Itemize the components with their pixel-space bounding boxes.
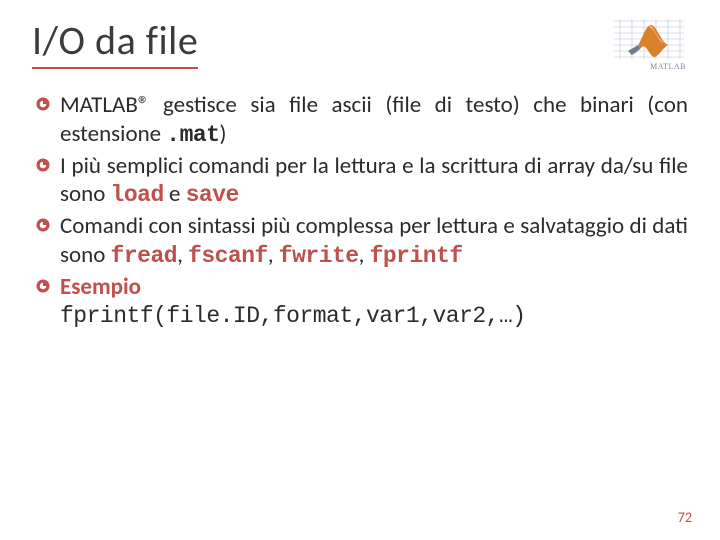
code: .mat xyxy=(166,122,219,148)
page-number: 72 xyxy=(678,509,692,526)
t: , xyxy=(359,241,370,269)
matlab-logo: MATLAB xyxy=(610,13,688,69)
bullet-item: I più semplici comandi per la lettura e … xyxy=(32,152,688,211)
bullet-icon xyxy=(36,158,50,172)
example-label: Esempio xyxy=(60,273,141,301)
code: load xyxy=(111,182,164,208)
bullet-item: Esempio fprintf(file.ID,format,var1,var2… xyxy=(32,273,688,332)
code: fwrite xyxy=(279,243,359,269)
t: ® xyxy=(138,91,163,119)
bullet-icon xyxy=(36,218,50,232)
t: , xyxy=(268,241,279,269)
text: MATLAB® gestisce sia file ascii (file di… xyxy=(60,91,688,148)
code: save xyxy=(186,182,239,208)
t: ATLAB xyxy=(80,91,138,119)
content: MATLAB® gestisce sia file ascii (file di… xyxy=(32,91,688,331)
bullet-item: Comandi con sintassi più complessa per l… xyxy=(32,212,688,271)
bullet-icon xyxy=(36,97,50,111)
bullet-item: MATLAB® gestisce sia file ascii (file di… xyxy=(32,91,688,150)
code: fread xyxy=(111,243,178,269)
t: M xyxy=(60,91,80,119)
example-code: fprintf(file.ID,format,var1,var2,…) xyxy=(60,303,526,329)
matlab-logo-icon xyxy=(610,13,688,69)
bullet-icon xyxy=(36,279,50,293)
slide-title: I/O da file xyxy=(32,16,198,69)
matlab-logo-label: MATLAB xyxy=(650,62,686,71)
title-row: I/O da file MATLAB xyxy=(32,12,688,69)
t: e xyxy=(164,180,186,208)
code: fprintf xyxy=(370,243,463,269)
text: I più semplici comandi per la lettura e … xyxy=(60,152,688,209)
text: Esempio fprintf(file.ID,format,var1,var2… xyxy=(60,273,526,332)
slide: I/O da file MATLAB MA xyxy=(0,0,720,540)
code: fscanf xyxy=(188,243,268,269)
text: Comandi con sintassi più complessa per l… xyxy=(60,212,688,269)
t: ) xyxy=(220,120,227,148)
t: , xyxy=(177,241,188,269)
